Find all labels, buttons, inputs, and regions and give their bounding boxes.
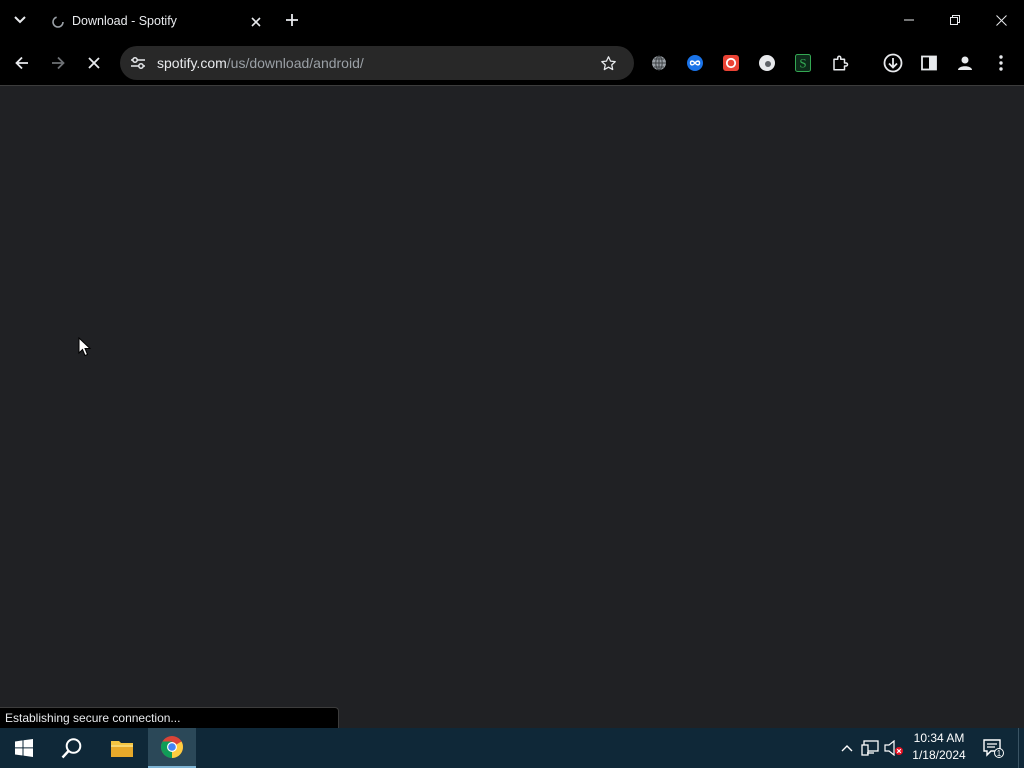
new-tab-button[interactable] (281, 9, 303, 31)
network-icon (861, 740, 879, 756)
side-panel-button[interactable] (918, 52, 940, 74)
windows-logo-icon (15, 739, 33, 757)
bookmark-star-button[interactable] (598, 53, 618, 73)
page-content (0, 87, 1024, 728)
close-icon (251, 17, 261, 27)
tab-title: Download - Spotify (72, 14, 177, 28)
minimize-icon (904, 19, 914, 21)
side-panel-icon (921, 55, 937, 71)
url-host: spotify.com (157, 55, 227, 71)
status-text: Establishing secure connection... (5, 711, 181, 725)
volume-muted-icon (884, 740, 903, 756)
loading-globe-icon (50, 14, 66, 30)
tab-close-button[interactable] (246, 12, 266, 32)
start-button[interactable] (0, 728, 48, 768)
clock-date: 1/18/2024 (912, 748, 966, 762)
stop-loading-button[interactable] (80, 49, 108, 77)
chrome-menu-button[interactable] (990, 52, 1012, 74)
folder-icon (111, 741, 133, 757)
url-path: /us/download/android/ (226, 55, 364, 71)
svg-text:S: S (799, 56, 806, 71)
close-icon (995, 14, 1007, 26)
chrome-taskbar-button[interactable] (148, 728, 196, 768)
notification-icon: 1 (983, 739, 1004, 758)
tune-icon (131, 57, 145, 69)
arrow-right-icon (52, 56, 65, 70)
mouse-cursor-icon (78, 337, 92, 357)
star-icon (600, 55, 616, 70)
system-clock[interactable]: 10:34 AM 1/18/2024 (904, 730, 974, 766)
status-bubble: Establishing secure connection... (0, 707, 339, 728)
show-hidden-icons-button[interactable] (837, 738, 857, 758)
forward-button[interactable] (44, 49, 72, 77)
chrome-logo-icon (161, 736, 183, 758)
back-button[interactable] (8, 49, 36, 77)
close-icon (88, 57, 100, 69)
tab-search-button[interactable] (9, 9, 31, 31)
chevron-up-icon (841, 745, 853, 752)
s-extension-icon[interactable]: S (792, 52, 814, 74)
white-circle-extension-icon[interactable] (756, 52, 778, 74)
browser-toolbar: spotify.com/us/download/android/ S (0, 41, 1024, 86)
plus-icon (286, 14, 298, 26)
globe-extension-icon[interactable] (648, 52, 670, 74)
taskbar: 10:34 AM 1/18/2024 1 (0, 728, 1024, 768)
minimize-button[interactable] (886, 0, 932, 40)
red-circle-extension-icon[interactable] (720, 52, 742, 74)
more-vert-icon (999, 55, 1003, 71)
download-button[interactable] (882, 52, 904, 74)
person-icon (958, 56, 972, 70)
network-button[interactable] (860, 738, 880, 758)
infinity-extension-icon[interactable] (684, 52, 706, 74)
notification-count: 1 (997, 749, 1002, 758)
file-explorer-button[interactable] (98, 728, 146, 768)
arrow-left-icon (15, 56, 28, 70)
puzzle-extensions-icon[interactable] (829, 52, 851, 74)
chevron-down-icon (14, 16, 26, 24)
clock-time: 10:34 AM (913, 731, 965, 745)
restore-button[interactable] (932, 0, 978, 40)
search-icon (61, 738, 82, 759)
active-tab[interactable]: Download - Spotify (38, 6, 270, 41)
window-close-button[interactable] (978, 0, 1024, 40)
action-center-button[interactable]: 1 (978, 728, 1008, 768)
tab-strip: Download - Spotify (0, 0, 1024, 41)
site-info-button[interactable] (127, 52, 149, 74)
volume-button[interactable] (884, 738, 904, 758)
address-bar[interactable]: spotify.com/us/download/android/ (120, 46, 634, 80)
restore-icon (950, 15, 960, 25)
search-button[interactable] (48, 728, 96, 768)
profile-button[interactable] (954, 52, 976, 74)
download-icon (883, 53, 903, 73)
show-desktop-button[interactable] (1018, 728, 1024, 768)
url-text: spotify.com/us/download/android/ (157, 55, 364, 71)
